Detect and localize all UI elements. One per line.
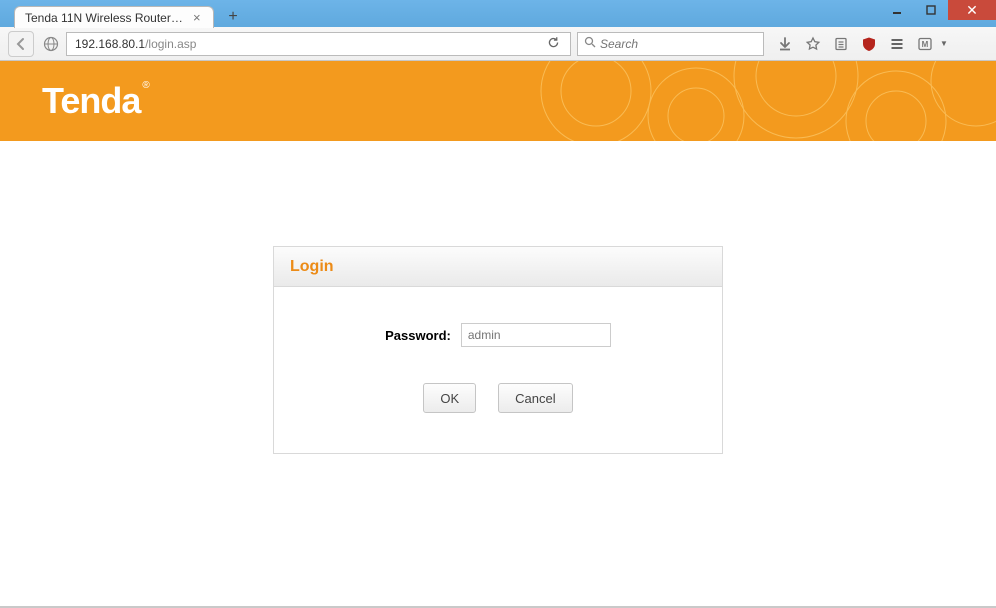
login-header: Login xyxy=(274,247,722,287)
window-controls: ✕ xyxy=(880,0,996,20)
password-input[interactable] xyxy=(461,323,611,347)
minimize-button[interactable] xyxy=(880,0,914,20)
browser-toolbar: 192.168.80.1/login.asp M ▼ xyxy=(0,27,996,61)
page-content: Tenda® Login Password: OK Cancel xyxy=(0,61,996,608)
bookmarks-list-icon[interactable] xyxy=(832,35,850,53)
url-text: 192.168.80.1/login.asp xyxy=(71,37,541,51)
maximize-button[interactable] xyxy=(914,0,948,20)
banner-decor xyxy=(476,61,996,141)
login-body: Password: OK Cancel xyxy=(274,287,722,453)
reload-icon[interactable] xyxy=(541,36,566,52)
ok-button[interactable]: OK xyxy=(423,383,476,413)
site-identity-icon[interactable] xyxy=(42,35,60,53)
toolbar-icons: M ▼ xyxy=(776,35,948,53)
cancel-button[interactable]: Cancel xyxy=(498,383,572,413)
back-button[interactable] xyxy=(8,31,34,57)
browser-tab[interactable]: Tenda 11N Wireless Router Lo... × xyxy=(14,6,214,28)
url-path: /login.asp xyxy=(145,37,196,51)
chevron-down-icon[interactable]: ▼ xyxy=(940,39,948,48)
search-bar[interactable] xyxy=(577,32,764,56)
login-title: Login xyxy=(290,258,334,276)
bookmark-star-icon[interactable] xyxy=(804,35,822,53)
downloads-icon[interactable] xyxy=(776,35,794,53)
button-row: OK Cancel xyxy=(274,383,722,413)
brand-logo: Tenda® xyxy=(42,80,149,122)
svg-text:M: M xyxy=(922,40,929,49)
tab-title: Tenda 11N Wireless Router Lo... xyxy=(25,11,185,25)
registered-mark: ® xyxy=(142,80,148,91)
address-bar[interactable]: 192.168.80.1/login.asp xyxy=(66,32,571,56)
extension-m-icon[interactable]: M xyxy=(916,35,934,53)
ublock-shield-icon[interactable] xyxy=(860,35,878,53)
search-input[interactable] xyxy=(600,37,757,51)
password-label: Password: xyxy=(385,328,451,343)
search-icon xyxy=(584,36,596,51)
login-panel: Login Password: OK Cancel xyxy=(273,246,723,454)
window-titlebar: Tenda 11N Wireless Router Lo... × + ✕ xyxy=(0,0,996,27)
new-tab-button[interactable]: + xyxy=(224,8,242,26)
url-host: 192.168.80.1 xyxy=(75,37,145,51)
brand-name: Tenda xyxy=(42,80,140,121)
window-close-button[interactable]: ✕ xyxy=(948,0,996,20)
close-tab-icon[interactable]: × xyxy=(193,11,201,24)
menu-icon[interactable] xyxy=(888,35,906,53)
brand-banner: Tenda® xyxy=(0,61,996,141)
password-row: Password: xyxy=(274,323,722,347)
